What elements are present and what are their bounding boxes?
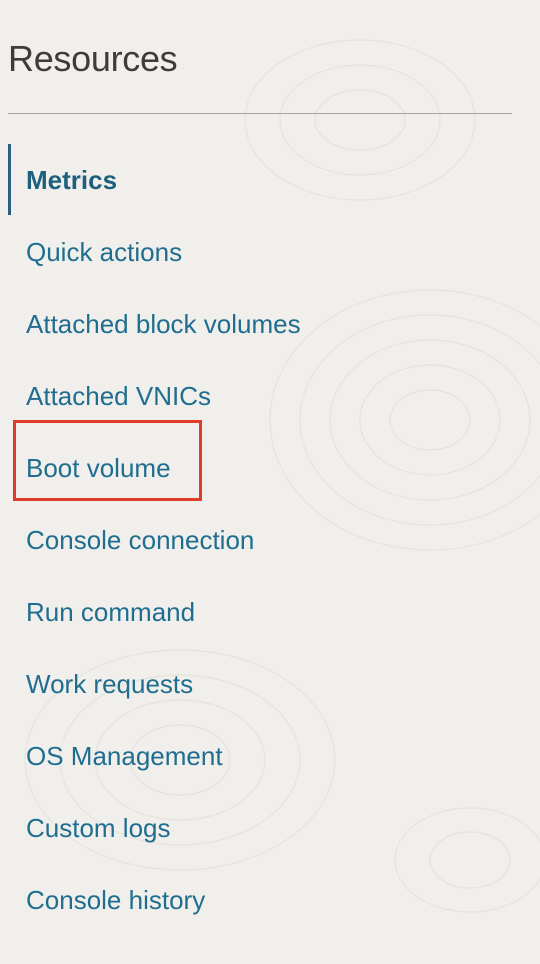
nav-item-quick-actions[interactable]: Quick actions <box>0 216 540 288</box>
nav-item-label: Boot volume <box>26 452 171 483</box>
nav-item-console-connection[interactable]: Console connection <box>0 504 540 576</box>
nav-item-label: Attached VNICs <box>26 380 211 411</box>
resources-panel: Resources Metrics Quick actions Attached… <box>0 0 540 964</box>
title-divider <box>8 113 512 114</box>
nav-item-label: Run command <box>26 596 196 627</box>
nav-item-run-command[interactable]: Run command <box>0 576 540 648</box>
nav-item-console-history[interactable]: Console history <box>0 864 540 936</box>
nav-item-label: Attached block volumes <box>26 308 301 339</box>
panel-title: Resources <box>8 38 178 79</box>
nav-item-label: Console connection <box>26 524 255 555</box>
nav-item-label: Quick actions <box>26 236 183 267</box>
nav-item-custom-logs[interactable]: Custom logs <box>0 792 540 864</box>
resources-nav: Metrics Quick actions Attached block vol… <box>0 144 540 936</box>
nav-item-label: Custom logs <box>26 812 171 843</box>
nav-item-work-requests[interactable]: Work requests <box>0 648 540 720</box>
nav-item-label: Work requests <box>26 668 194 699</box>
nav-item-label: OS Management <box>26 740 223 771</box>
nav-item-attached-block-volumes[interactable]: Attached block volumes <box>0 288 540 360</box>
nav-item-attached-vnics[interactable]: Attached VNICs <box>0 360 540 432</box>
nav-item-boot-volume[interactable]: Boot volume <box>0 432 540 504</box>
nav-item-label: Console history <box>26 884 206 915</box>
nav-item-label: Metrics <box>26 164 118 195</box>
nav-item-os-management[interactable]: OS Management <box>0 720 540 792</box>
nav-item-metrics[interactable]: Metrics <box>0 144 540 216</box>
